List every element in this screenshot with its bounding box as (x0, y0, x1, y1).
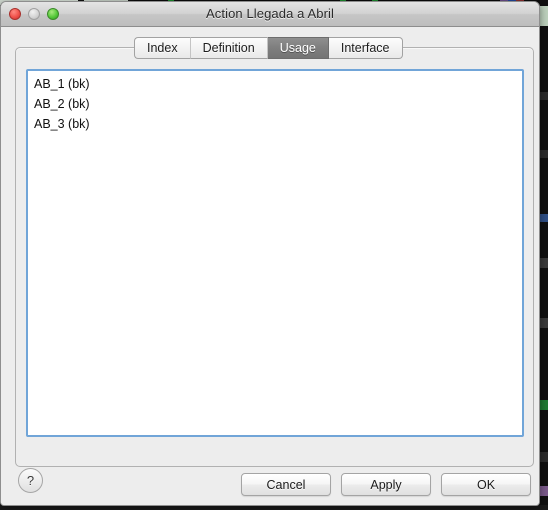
tab-definition[interactable]: Definition (190, 37, 268, 59)
tab-index[interactable]: Index (134, 37, 191, 59)
list-item[interactable]: AB_3 (bk) (28, 114, 522, 134)
list-item[interactable]: AB_2 (bk) (28, 94, 522, 114)
dialog-body: AB_1 (bk) AB_2 (bk) AB_3 (bk) Index Defi… (1, 27, 539, 505)
tab-panel: AB_1 (bk) AB_2 (bk) AB_3 (bk) (15, 47, 534, 467)
cancel-button[interactable]: Cancel (241, 473, 331, 496)
tab-bar: Index Definition Usage Interface (134, 37, 403, 59)
tab-interface[interactable]: Interface (328, 37, 403, 59)
title-bar[interactable]: Action Llegada a Abril (1, 2, 539, 27)
tab-usage-label: Usage (279, 41, 316, 55)
ok-button[interactable]: OK (441, 473, 531, 496)
help-button[interactable]: ? (18, 468, 43, 493)
window-title: Action Llegada a Abril (206, 6, 334, 21)
tab-definition-label: Definition (202, 41, 255, 55)
tab-usage[interactable]: Usage (267, 37, 329, 59)
dialog-buttons: Cancel Apply OK (241, 473, 531, 496)
apply-button[interactable]: Apply (341, 473, 431, 496)
tab-interface-label: Interface (340, 41, 390, 55)
usage-list[interactable]: AB_1 (bk) AB_2 (bk) AB_3 (bk) (26, 69, 524, 437)
desktop-strip-right (539, 0, 548, 510)
question-mark-icon: ? (26, 473, 35, 488)
usage-list-rows: AB_1 (bk) AB_2 (bk) AB_3 (bk) (28, 71, 522, 134)
list-item[interactable]: AB_1 (bk) (28, 74, 522, 94)
tab-index-label: Index (147, 41, 178, 55)
dialog-window: Action Llegada a Abril AB_1 (bk) AB_2 (b… (0, 1, 540, 506)
